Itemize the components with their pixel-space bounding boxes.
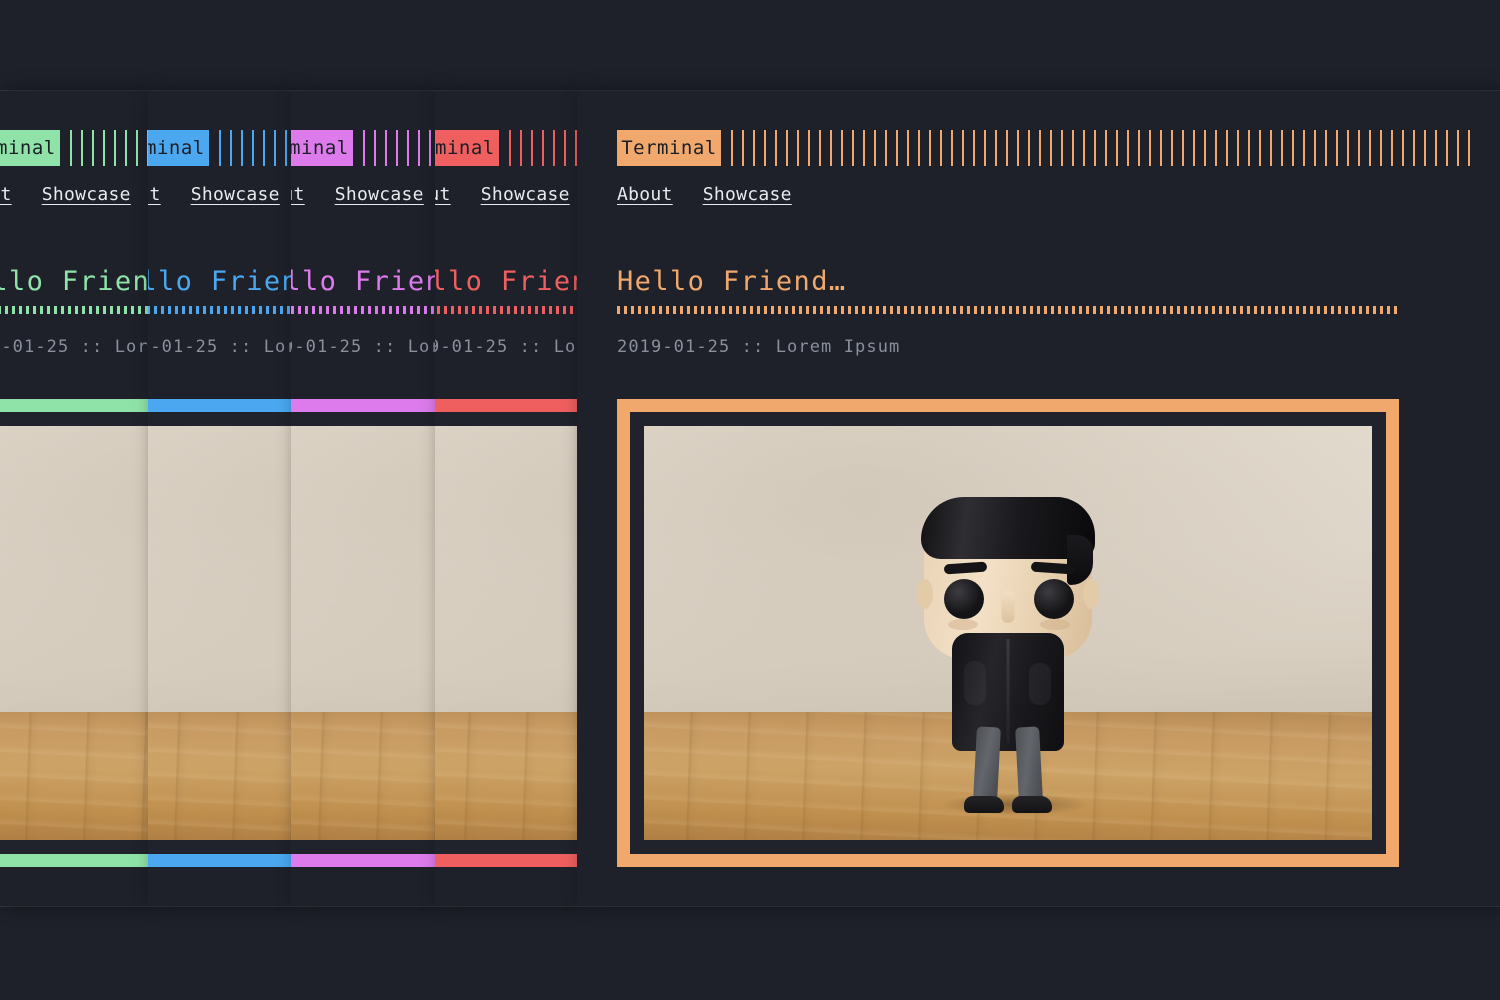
tab-bar-pattern [363, 130, 435, 166]
figure-legs [973, 727, 1043, 811]
photo-wall [148, 426, 291, 712]
figure-cheek-left [948, 619, 978, 630]
nav-link-showcase[interactable]: Showcase [481, 184, 570, 205]
dotted-rule [148, 306, 291, 314]
post-meta: 2019-01-25 :: Lorem Ipsum [435, 337, 577, 357]
photo-mat [148, 412, 291, 854]
theme-preview-panel-red[interactable]: Terminal About Showcase Hello Friend… 201… [435, 91, 577, 906]
photo-frame [291, 399, 435, 867]
dotted-rule [435, 306, 577, 314]
nav-link-about[interactable]: About [291, 184, 305, 205]
panel-content: Terminal About Showcase Hello Friend… 201… [148, 91, 291, 906]
terminal-tab-badge[interactable]: Terminal [291, 130, 353, 166]
post-meta: 2019-01-25 :: Lorem Ipsum [0, 337, 148, 357]
terminal-tab-badge[interactable]: Terminal [148, 130, 209, 166]
photo-floor [291, 712, 435, 840]
figure-leg-left [973, 727, 1001, 802]
figure-cheek-right [1040, 619, 1070, 630]
photo-mat [291, 412, 435, 854]
nav-link-showcase[interactable]: Showcase [335, 184, 424, 205]
post-meta: 2019-01-25 :: Lorem Ipsum [291, 337, 435, 357]
bottom-divider [0, 906, 1500, 907]
tab-bar-pattern [731, 130, 1477, 166]
panel-content: Terminal About Showcase Hello Friend… 201… [0, 91, 148, 906]
nav-link-showcase[interactable]: Showcase [42, 184, 131, 205]
funko-figure [915, 487, 1101, 817]
figure-nose [1002, 591, 1015, 623]
main-nav: About Showcase [617, 184, 822, 205]
funko-photo [291, 426, 435, 840]
theme-preview-panel-orange-active[interactable]: Terminal About Showcase Hello Friend… 201… [577, 91, 1500, 906]
theme-preview-panel-blue[interactable]: Terminal About Showcase Hello Friend… 201… [148, 91, 291, 906]
funko-photo [0, 426, 148, 840]
photo-floor [0, 712, 148, 840]
nav-link-about[interactable]: About [617, 184, 673, 205]
dotted-rule [0, 306, 148, 314]
tab-row: Terminal [435, 130, 577, 166]
funko-photo [148, 426, 291, 840]
main-nav: About Showcase [148, 184, 291, 205]
figure-eye-right [1034, 579, 1074, 619]
photo-floor [148, 712, 291, 840]
tab-bar-pattern [509, 130, 577, 166]
tab-bar-pattern [70, 130, 148, 166]
tab-row: Terminal [617, 130, 1477, 166]
figure-shoe-left [964, 796, 1004, 813]
figure-ear-right [1083, 579, 1099, 609]
dotted-rule [617, 306, 1401, 314]
figure-ear-left [917, 579, 933, 609]
post-title: Hello Friend… [0, 266, 148, 297]
photo-frame [617, 399, 1399, 867]
panel-content: Terminal About Showcase Hello Friend… 201… [617, 91, 1497, 906]
nav-link-about[interactable]: About [148, 184, 161, 205]
photo-mat [0, 412, 148, 854]
figure-brow-left [944, 562, 988, 575]
theme-preview-panel-magenta[interactable]: Terminal About Showcase Hello Friend… 201… [291, 91, 435, 906]
main-nav: About Showcase [0, 184, 148, 205]
post-meta: 2019-01-25 :: Lorem Ipsum [148, 337, 291, 357]
photo-mat [435, 412, 577, 854]
figure-eye-left [944, 579, 984, 619]
page-root: Terminal About Showcase Hello Friend… 201… [0, 0, 1500, 1000]
funko-photo [435, 426, 577, 840]
post-title: Hello Friend… [617, 266, 847, 297]
photo-wall [435, 426, 577, 712]
post-title: Hello Friend… [148, 266, 291, 297]
photo-frame [0, 399, 148, 867]
tab-row: Terminal [291, 130, 435, 166]
main-nav: About Showcase [291, 184, 435, 205]
terminal-tab-badge[interactable]: Terminal [0, 130, 60, 166]
photo-wall [0, 426, 148, 712]
theme-preview-panel-green[interactable]: Terminal About Showcase Hello Friend… 201… [0, 91, 148, 906]
tab-row: Terminal [148, 130, 291, 166]
figure-shoe-right [1012, 796, 1052, 813]
post-title: Hello Friend… [291, 266, 435, 297]
dotted-rule [291, 306, 435, 314]
figure-leg-right [1015, 727, 1043, 802]
post-meta: 2019-01-25 :: Lorem Ipsum [617, 337, 900, 357]
figure-pocket [1029, 663, 1051, 705]
tab-row: Terminal [0, 130, 148, 166]
photo-frame [148, 399, 291, 867]
funko-photo [644, 426, 1372, 840]
photo-frame [435, 399, 577, 867]
terminal-tab-badge[interactable]: Terminal [435, 130, 499, 166]
photo-floor [435, 712, 577, 840]
panel-content: Terminal About Showcase Hello Friend… 201… [435, 91, 577, 906]
nav-link-showcase[interactable]: Showcase [703, 184, 792, 205]
nav-link-about[interactable]: About [435, 184, 451, 205]
photo-mat [630, 412, 1386, 854]
nav-link-showcase[interactable]: Showcase [191, 184, 280, 205]
photo-wall [291, 426, 435, 712]
terminal-tab-badge[interactable]: Terminal [617, 130, 721, 166]
nav-link-about[interactable]: About [0, 184, 12, 205]
main-nav: About Showcase [435, 184, 577, 205]
figure-hair [921, 497, 1095, 559]
tab-bar-pattern [219, 130, 291, 166]
figure-brow-right [1031, 562, 1075, 575]
panel-content: Terminal About Showcase Hello Friend… 201… [291, 91, 435, 906]
post-title: Hello Friend… [435, 266, 577, 297]
